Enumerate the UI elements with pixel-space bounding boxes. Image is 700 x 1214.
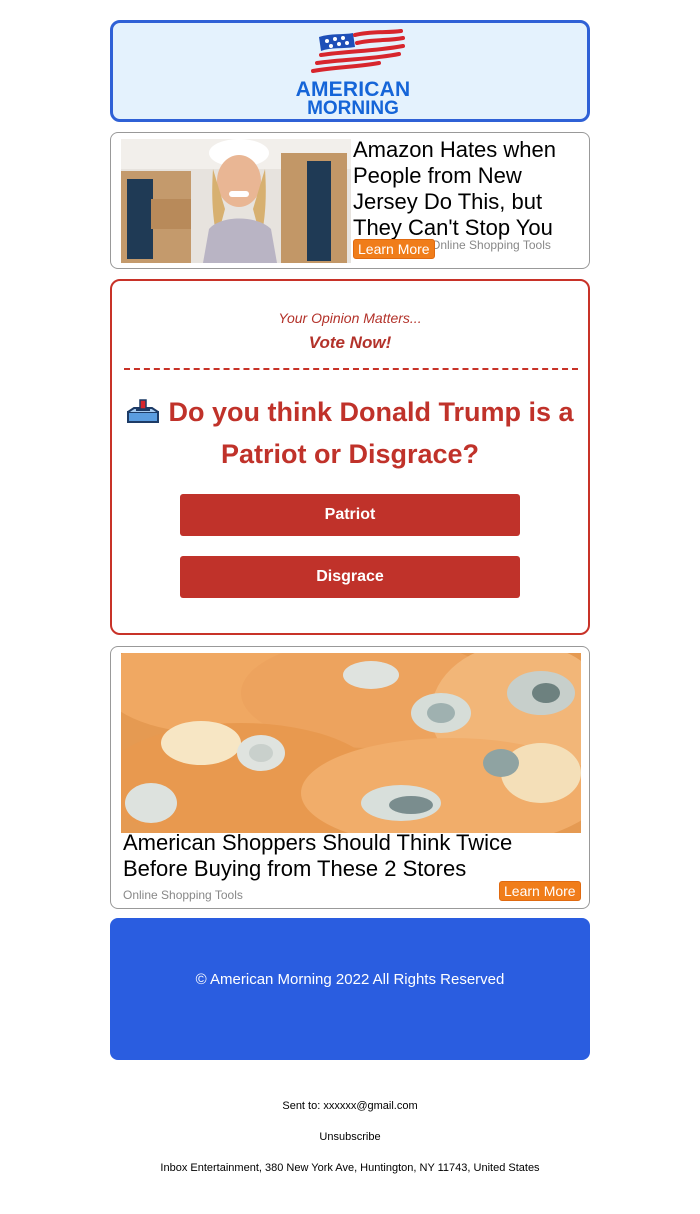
learn-more-button[interactable]: Learn More <box>499 881 581 901</box>
learn-more-button[interactable]: Learn More <box>353 239 435 259</box>
flag-icon <box>311 29 405 73</box>
copyright-text: © American Morning 2022 All Rights Reser… <box>195 971 505 988</box>
sender-address: Inbox Entertainment, 380 New York Ave, H… <box>160 1162 540 1174</box>
american-morning-logo[interactable]: AMERICAN MORNING <box>291 29 415 119</box>
sponsored-ad-shoppers[interactable]: American Shoppers Should Think Twice Bef… <box>110 646 590 909</box>
footer-banner: © American Morning 2022 All Rights Reser… <box>110 918 590 1060</box>
sponsored-ad-amazon[interactable]: Amazon Hates when People from New Jersey… <box>110 132 590 269</box>
vote-patriot-button[interactable]: Patriot <box>180 494 520 536</box>
ad-headline[interactable]: American Shoppers Should Think Twice Bef… <box>123 830 583 882</box>
ballot-box-icon <box>126 394 160 423</box>
dashed-divider <box>124 368 578 370</box>
vote-disgrace-button[interactable]: Disgrace <box>180 556 520 598</box>
logo-text-american: AMERICAN <box>295 78 411 101</box>
ad-image-woman-with-boxes[interactable] <box>121 139 351 263</box>
poll-card: Your Opinion Matters... Vote Now! Do you… <box>110 279 590 635</box>
ad-image-moldy-bread[interactable] <box>121 653 581 833</box>
poll-question: Do you think Donald Trump is a Patriot o… <box>124 391 576 475</box>
newsletter-header: AMERICAN MORNING <box>110 20 590 122</box>
ad-source: Online Shopping Tools <box>431 238 551 252</box>
sent-to-text: Sent to: xxxxxx@gmail.com <box>282 1100 418 1112</box>
poll-kicker: Your Opinion Matters... <box>278 310 422 326</box>
ad-source: Online Shopping Tools <box>123 888 243 902</box>
ad-headline[interactable]: Amazon Hates when People from New Jersey… <box>353 137 583 241</box>
logo-text-morning: MORNING <box>307 98 399 119</box>
unsubscribe-link[interactable]: Unsubscribe <box>0 1131 700 1143</box>
poll-cta: Vote Now! <box>308 333 392 352</box>
poll-question-text: Do you think Donald Trump is a Patriot o… <box>168 397 574 469</box>
